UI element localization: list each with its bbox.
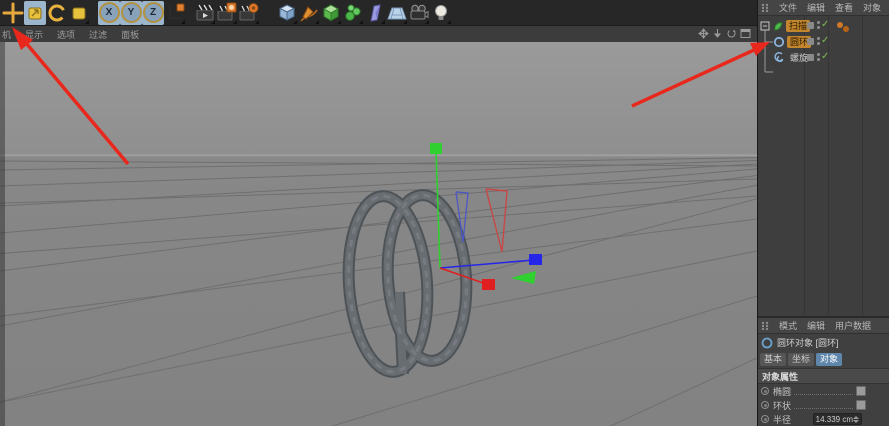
am-menu-userdata[interactable]: 用户数据: [830, 319, 876, 332]
attribute-tabs: 基本 坐标 对象: [758, 351, 889, 368]
ellipse-checkbox[interactable]: [856, 386, 866, 396]
render-view-icon[interactable]: [194, 1, 216, 25]
zoom-view-icon[interactable]: [712, 28, 723, 39]
viewport-menu-display[interactable]: 显示: [18, 28, 50, 41]
rotate-view-icon[interactable]: [726, 28, 737, 39]
viewport-left-edge: [0, 42, 5, 426]
attribute-object-title: 圆环对象 [圆环]: [777, 336, 839, 349]
radius-value: 14.339 cm: [816, 415, 853, 424]
move-tool-icon[interactable]: [2, 1, 24, 25]
y-axis-handle: [430, 143, 442, 154]
viewport-menu-panel[interactable]: 面板: [114, 28, 146, 41]
am-menu-edit[interactable]: 编辑: [802, 319, 830, 332]
property-row-radius: 半径 14.339 cm: [758, 412, 889, 426]
rotate-tool-icon[interactable]: [46, 1, 68, 25]
radius-input[interactable]: 14.339 cm: [813, 413, 862, 425]
radius-spinner[interactable]: [853, 416, 859, 423]
keyframe-circle-icon[interactable]: [761, 415, 769, 423]
property-row-ellipse: 椭圆: [758, 384, 889, 398]
coordinate-system-icon[interactable]: [164, 1, 186, 25]
y-axis-letter: Y: [121, 2, 142, 23]
tab-basic[interactable]: 基本: [760, 353, 786, 366]
enable-check-icon[interactable]: ✓: [821, 19, 829, 30]
property-row-ring: 环状: [758, 398, 889, 412]
am-menu-mode[interactable]: 模式: [774, 319, 802, 332]
object-row-helix[interactable]: 螺旋 ✓: [758, 50, 889, 66]
tab-object[interactable]: 对象: [816, 353, 842, 366]
panel-grip-icon[interactable]: [761, 3, 772, 12]
property-label: 环状: [773, 399, 791, 412]
render-picture-viewer-icon[interactable]: [216, 1, 238, 25]
toggle-view-icon[interactable]: [740, 28, 751, 39]
viewport-nav-icons: [698, 28, 751, 39]
main-toolbar: X Y Z: [0, 0, 757, 26]
z-axis-lock-button[interactable]: Z: [142, 1, 164, 25]
keyframe-circle-icon[interactable]: [761, 401, 769, 409]
visibility-dots[interactable]: [817, 21, 820, 29]
visibility-dots[interactable]: [817, 53, 820, 61]
object-properties-header: 对象属性: [758, 368, 889, 384]
camera-icon[interactable]: [408, 1, 430, 25]
subdivision-surface-icon[interactable]: [320, 1, 342, 25]
z-axis-letter: Z: [143, 2, 164, 23]
enable-check-icon[interactable]: ✓: [821, 35, 829, 46]
spline-pen-icon[interactable]: [298, 1, 320, 25]
array-generator-icon[interactable]: [342, 1, 364, 25]
spring-object: [343, 192, 472, 374]
property-label: 椭圆: [773, 385, 791, 398]
attribute-object-header: 圆环对象 [圆环]: [758, 334, 889, 351]
object-row-sweep[interactable]: 扫描 ✓: [758, 18, 889, 34]
x-axis-lock-button[interactable]: X: [98, 1, 120, 25]
viewport-menubar: 机 显示 选项 过滤 面板: [0, 26, 757, 43]
tab-coordinates[interactable]: 坐标: [788, 353, 814, 366]
layer-toggle[interactable]: [807, 54, 814, 61]
viewport-menu-options[interactable]: 选项: [50, 28, 82, 41]
layer-toggle[interactable]: [807, 38, 814, 45]
x-axis-letter: X: [99, 2, 120, 23]
object-manager-menubar: 文件 编辑 查看 对象 标签: [758, 0, 889, 16]
floor-environment-icon[interactable]: [386, 1, 408, 25]
keyframe-circle-icon[interactable]: [761, 387, 769, 395]
z-axis-handle: [529, 254, 542, 265]
visibility-dots[interactable]: [817, 37, 820, 45]
circle-object-icon: [761, 337, 773, 349]
tag-dots-icon[interactable]: [836, 21, 852, 33]
viewport-menu-camera[interactable]: 机: [0, 28, 18, 41]
viewport-3d[interactable]: [0, 42, 757, 426]
cinema4d-window: X Y Z: [0, 0, 889, 426]
panel-grip-icon[interactable]: [761, 321, 772, 330]
pan-view-icon[interactable]: [698, 28, 709, 39]
object-manager-tree: 扫描 ✓ 圆环 ✓ 螺旋 ✓: [758, 16, 889, 318]
viewport-menu-filter[interactable]: 过滤: [82, 28, 114, 41]
light-icon[interactable]: [430, 1, 452, 25]
bank-handle: [511, 271, 536, 284]
om-menu-view[interactable]: 查看: [830, 1, 858, 14]
property-label: 半径: [773, 413, 791, 426]
object-row-circle[interactable]: 圆环 ✓: [758, 34, 889, 50]
attribute-menubar: 模式 编辑 用户数据: [758, 318, 889, 334]
om-menu-objects[interactable]: 对象: [858, 1, 886, 14]
ring-checkbox[interactable]: [856, 400, 866, 410]
enable-check-icon[interactable]: ✓: [821, 51, 829, 62]
circle-icon: [773, 36, 785, 48]
viewport-scene: [0, 42, 757, 426]
x-axis-handle: [482, 279, 495, 290]
y-axis-lock-button[interactable]: Y: [120, 1, 142, 25]
helix-icon: [773, 52, 785, 64]
sweep-icon: [772, 20, 784, 32]
collapse-icon[interactable]: [760, 21, 770, 31]
bend-deformer-icon[interactable]: [364, 1, 386, 25]
om-menu-file[interactable]: 文件: [774, 1, 802, 14]
om-menu-edit[interactable]: 编辑: [802, 1, 830, 14]
last-used-tool-icon[interactable]: [68, 1, 90, 25]
layer-toggle[interactable]: [807, 22, 814, 29]
edit-render-settings-icon[interactable]: [238, 1, 260, 25]
right-panel: 文件 编辑 查看 对象 标签 扫描 ✓: [757, 0, 889, 426]
add-cube-primitive-icon[interactable]: [276, 1, 298, 25]
attribute-manager: 模式 编辑 用户数据 圆环对象 [圆环] 基本 坐标 对象 对象属性 椭圆: [758, 318, 889, 426]
scale-tool-icon[interactable]: [24, 1, 46, 25]
